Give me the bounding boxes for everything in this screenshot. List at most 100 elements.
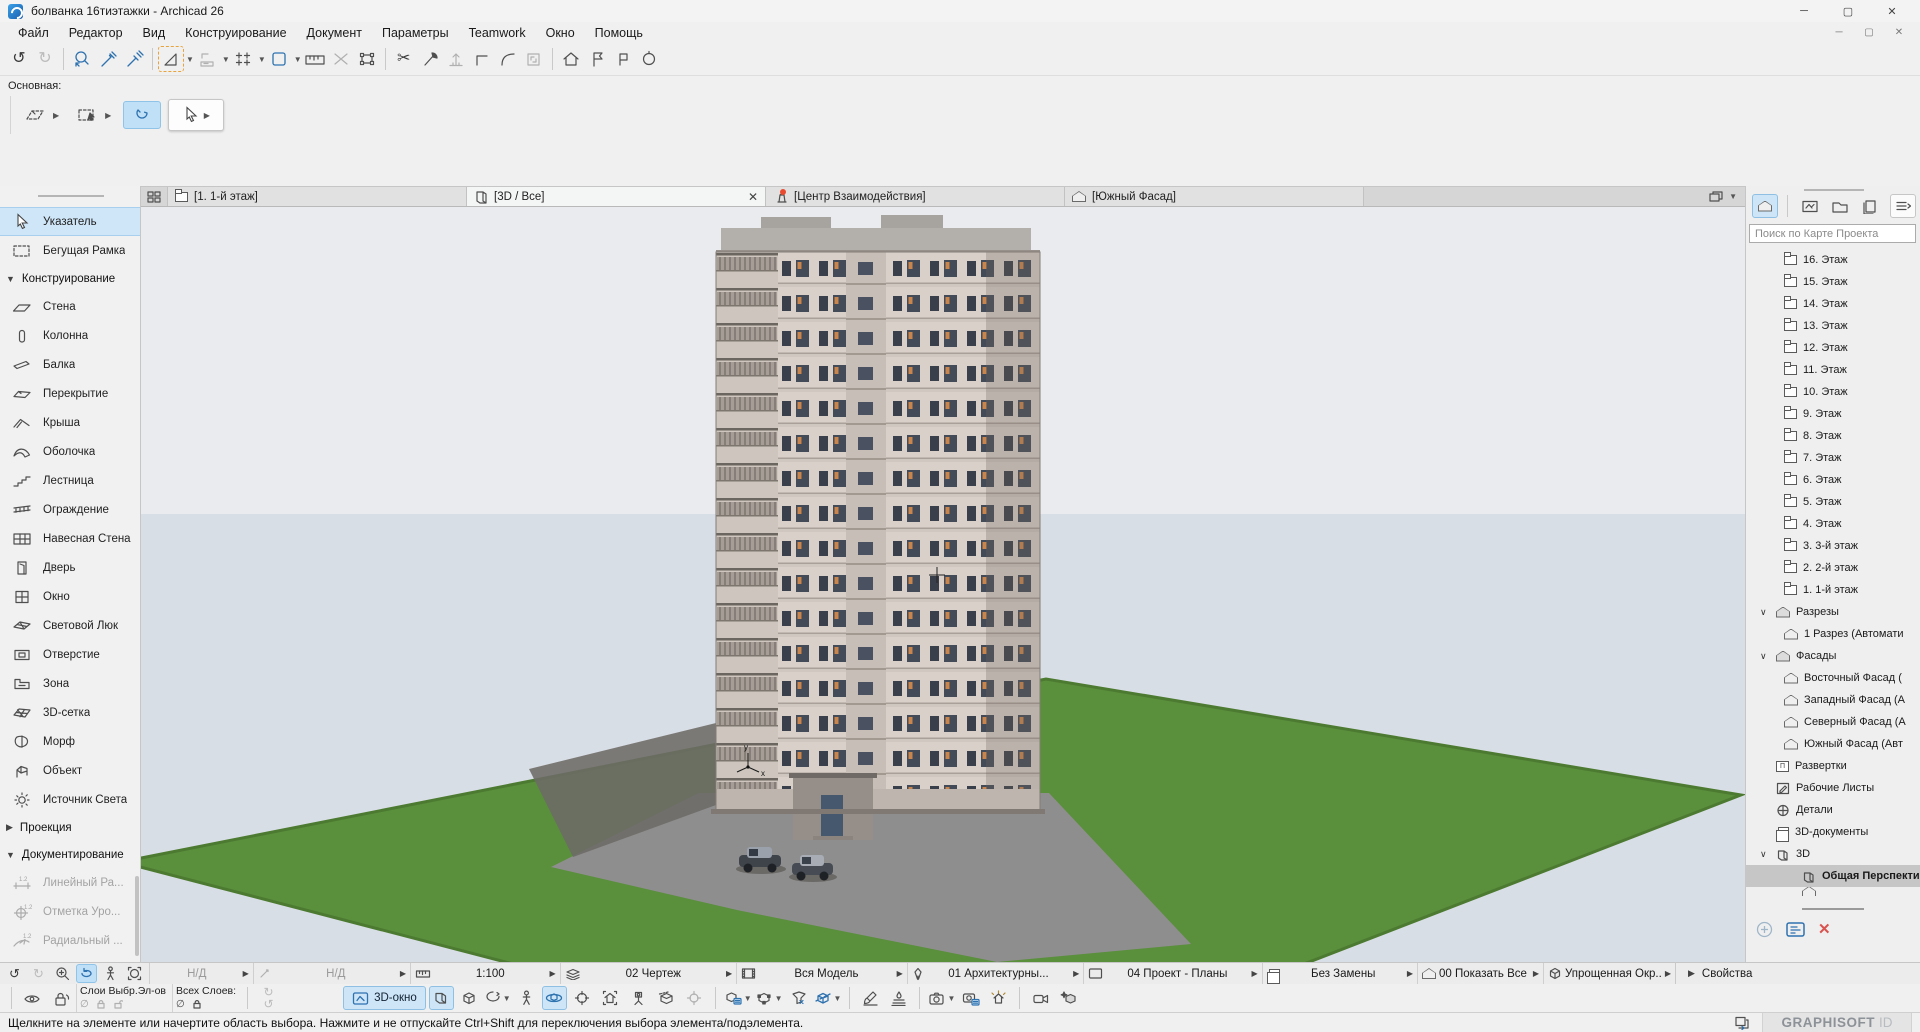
doc-restore-button[interactable]: ▢ — [1854, 23, 1884, 43]
project-map-search-input[interactable] — [1749, 224, 1916, 243]
tree-item-story-1[interactable]: 1. 1-й этаж — [1746, 579, 1920, 601]
tracker-button[interactable] — [194, 46, 220, 72]
pen-set-combo[interactable]: 01 Архитектурны...▶ — [907, 963, 1083, 984]
toolbox-item-door[interactable]: Дверь — [0, 553, 140, 582]
orbit-button[interactable] — [76, 964, 97, 983]
transform-button[interactable] — [354, 46, 380, 72]
chevron-down-icon[interactable]: ▼ — [294, 55, 302, 64]
tree-item-story-16[interactable]: 16. Этаж — [1746, 249, 1920, 271]
publisher-button[interactable] — [1857, 194, 1883, 218]
adjust-button[interactable] — [443, 46, 469, 72]
toolbox-item-slab[interactable]: Перекрытие — [0, 379, 140, 408]
toolbox-item-window[interactable]: Окно — [0, 582, 140, 611]
layout-book-button[interactable] — [1827, 194, 1853, 218]
fly-through-button[interactable] — [1028, 986, 1053, 1010]
transform-3d-button[interactable]: ▼ — [755, 986, 783, 1010]
tree-group-3d[interactable]: ∨3D — [1746, 843, 1920, 865]
toolbox-section-views[interactable]: ▶ Проекция — [0, 814, 140, 841]
menu-options[interactable]: Параметры — [372, 24, 459, 42]
snap-guides-button[interactable] — [266, 46, 292, 72]
projection-settings-button[interactable]: ▼ — [485, 986, 511, 1010]
model-view-combo[interactable]: 04 Проект - Планы▶ — [1083, 963, 1261, 984]
properties-panel-header[interactable]: ▶ Свойства — [1675, 962, 1920, 984]
redo-button[interactable]: ↻ — [32, 46, 58, 72]
tree-item-story-4[interactable]: 4. Этаж — [1746, 513, 1920, 535]
chevron-expanded-icon[interactable]: ∨ — [1760, 651, 1770, 662]
toolbox-item-radial-dimension[interactable]: 1.2Радиальный ... — [0, 926, 140, 955]
tree-group-interior-elevations[interactable]: ПРазвертки — [1746, 755, 1920, 777]
toolbox-item-mesh[interactable]: 3D-сетка — [0, 698, 140, 727]
fit-in-window-button[interactable] — [124, 964, 145, 983]
tree-item-east-elevation[interactable]: Восточный Фасад ( — [1746, 667, 1920, 689]
measure-button[interactable] — [302, 46, 328, 72]
tree-item-story-9[interactable]: 9. Этаж — [1746, 403, 1920, 425]
orientation-combo[interactable]: Н/Д▶ — [253, 963, 410, 984]
capture-button[interactable] — [636, 46, 662, 72]
unlock-layer-icon[interactable] — [113, 999, 123, 1009]
doc-close-button[interactable]: ✕ — [1884, 23, 1914, 43]
paint-all-button[interactable] — [886, 986, 911, 1010]
show-hide-cycle-button[interactable] — [20, 986, 45, 1010]
selection-geometry-button[interactable]: ▶ — [19, 101, 64, 129]
tree-item-story-13[interactable]: 13. Этаж — [1746, 315, 1920, 337]
chevron-expanded-icon[interactable]: ∨ — [1760, 849, 1770, 860]
tab-south-elevation[interactable]: [Южный Фасад] — [1065, 187, 1364, 206]
structure-display-combo[interactable]: Вся Модель▶ — [736, 963, 907, 984]
snapshot-settings-button[interactable] — [958, 986, 983, 1010]
toolbox-item-stair[interactable]: Лестница — [0, 466, 140, 495]
tree-item-story-12[interactable]: 12. Этаж — [1746, 337, 1920, 359]
chevron-down-icon[interactable]: ▼ — [186, 55, 194, 64]
view-map-button[interactable] — [1797, 194, 1823, 218]
tree-item-story-3[interactable]: 3. 3-й этаж — [1746, 535, 1920, 557]
home-story-button[interactable] — [558, 46, 584, 72]
find-select-button[interactable] — [69, 46, 95, 72]
menu-document[interactable]: Документ — [297, 24, 372, 42]
orbit-mode-button[interactable] — [542, 986, 567, 1010]
renovation-filter-combo[interactable]: 00 Показать Все Э...▶ — [1417, 963, 1543, 984]
doc-minimize-button[interactable]: ─ — [1824, 23, 1854, 43]
tree-item-story-5[interactable]: 5. Этаж — [1746, 491, 1920, 513]
add-viewpoint-button[interactable] — [1756, 921, 1773, 938]
tree-item-west-elevation[interactable]: Западный Фасад (А — [1746, 689, 1920, 711]
sync-icon[interactable] — [1734, 1015, 1752, 1030]
inject-parameters-button[interactable] — [121, 46, 147, 72]
toolbox-item-arrow[interactable]: Указатель — [0, 207, 140, 236]
pick-up-parameters-button[interactable] — [95, 46, 121, 72]
intersect-button[interactable] — [469, 46, 495, 72]
toolbox-section-design[interactable]: ▼ Конструирование — [0, 265, 140, 292]
menu-window[interactable]: Окно — [536, 24, 585, 42]
toolbox-item-beam[interactable]: Балка — [0, 350, 140, 379]
split-button[interactable] — [417, 46, 443, 72]
back-button[interactable]: ↺ — [4, 964, 25, 983]
3d-window-settings-button[interactable]: 3D-окно — [343, 986, 426, 1010]
axonometry-button[interactable] — [457, 986, 482, 1010]
toolbox-item-angle-dimension[interactable]: Угловой Разм — [0, 955, 140, 962]
maximize-button[interactable]: ▢ — [1826, 0, 1870, 22]
zoom-combo[interactable]: Н/Д▶ — [149, 963, 253, 984]
toolbox-item-level-dimension[interactable]: 1.2Отметка Уро... — [0, 897, 140, 926]
graphic-override-combo[interactable]: Без Замены▶ — [1262, 963, 1417, 984]
tree-item-story-2[interactable]: 2. 2-й этаж — [1746, 557, 1920, 579]
trim-button[interactable]: ✂ — [391, 46, 417, 72]
project-map-button[interactable] — [1752, 194, 1778, 218]
forward-button[interactable]: ↻ — [28, 964, 49, 983]
guide-lines-button[interactable] — [158, 46, 184, 72]
tree-item-story-8[interactable]: 8. Этаж — [1746, 425, 1920, 447]
tree-item-north-elevation[interactable]: Северный Фасад (А — [1746, 711, 1920, 733]
minimize-button[interactable]: ─ — [1782, 0, 1826, 22]
splitter-handle[interactable] — [1802, 908, 1864, 910]
arrow-tool-dropdown-button[interactable]: ▶ — [168, 99, 224, 131]
undo-button[interactable]: ↺ — [6, 46, 32, 72]
menu-edit[interactable]: Редактор — [59, 24, 133, 42]
settings-button[interactable] — [1786, 922, 1805, 937]
tree-group-3d-documents[interactable]: 3D-документы — [1746, 821, 1920, 843]
explore-button[interactable] — [100, 964, 121, 983]
palette-grip[interactable] — [38, 195, 104, 197]
tab-list-button[interactable]: ▼ — [1707, 187, 1745, 206]
tree-item-south-elevation[interactable]: Южный Фасад (Авт — [1746, 733, 1920, 755]
tree-item-story-14[interactable]: 14. Этаж — [1746, 293, 1920, 315]
magnet-toggle-button[interactable] — [123, 101, 161, 129]
menu-view[interactable]: Вид — [133, 24, 176, 42]
tree-group-worksheets[interactable]: Рабочие Листы — [1746, 777, 1920, 799]
tab-action-center[interactable]: [Центр Взаимодействия] — [766, 187, 1065, 206]
